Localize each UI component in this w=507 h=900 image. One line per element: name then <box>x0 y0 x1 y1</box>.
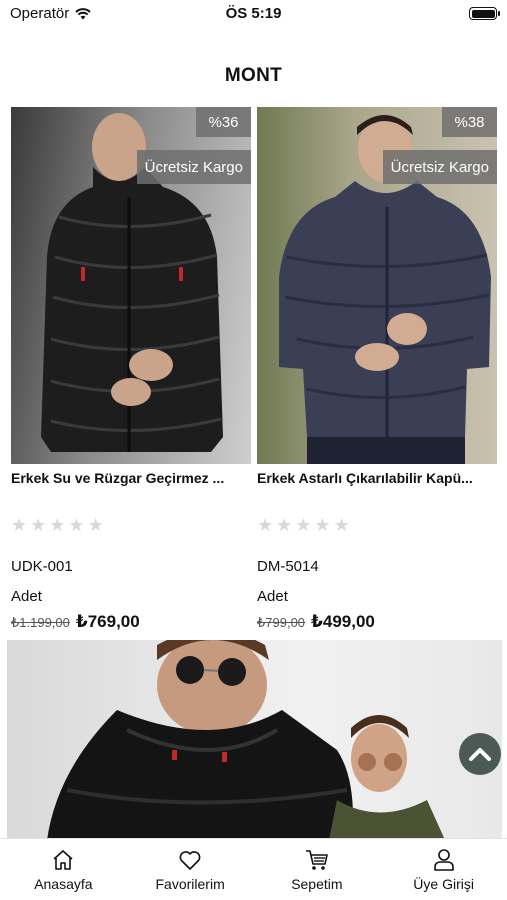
star-icon: ★ <box>333 515 350 535</box>
current-price: ₺769,00 <box>75 612 140 631</box>
product-image[interactable]: %38 Ücretsiz Kargo <box>257 107 497 464</box>
product-unit: Adet <box>11 588 42 605</box>
user-icon <box>433 849 454 871</box>
free-shipping-badge: Ücretsiz Kargo <box>382 150 497 184</box>
tab-label: Anasayfa <box>34 876 93 892</box>
bottom-tab-bar: Anasayfa Favorilerim Sepetim Üye Girişi <box>0 838 507 900</box>
chevron-up-icon <box>469 748 491 761</box>
scroll-to-top-button[interactable] <box>459 733 501 775</box>
star-icon: ★ <box>295 515 312 535</box>
tab-favorites[interactable]: Favorilerim <box>127 839 254 900</box>
tab-label: Favorilerim <box>155 876 225 892</box>
product-card[interactable]: %36 Ücretsiz Kargo Erkek Su ve Rüzgar Ge… <box>11 107 251 634</box>
heart-icon <box>179 851 201 870</box>
page-title: MONT <box>224 65 283 86</box>
rating-stars: ★ ★ ★ ★ ★ <box>257 515 497 535</box>
star-icon: ★ <box>30 515 47 535</box>
star-icon: ★ <box>87 515 104 535</box>
price-row: ₺1.199,00 ₺769,00 <box>11 612 251 634</box>
star-icon: ★ <box>257 515 274 535</box>
product-name[interactable]: Erkek Su ve Rüzgar Geçirmez ... <box>11 468 246 488</box>
tab-label: Üye Girişi <box>413 876 474 892</box>
clock: ÖS 5:19 <box>225 5 282 22</box>
status-bar: Operatör ÖS 5:19 <box>0 0 507 30</box>
tab-member-login[interactable]: Üye Girişi <box>380 839 507 900</box>
product-code: DM-5014 <box>257 558 319 575</box>
discount-badge: %38 <box>442 107 497 137</box>
tab-cart[interactable]: Sepetim <box>254 839 381 900</box>
discount-badge: %36 <box>196 107 251 137</box>
star-icon: ★ <box>49 515 66 535</box>
free-shipping-badge: Ücretsiz Kargo <box>136 150 251 184</box>
cart-icon <box>305 850 328 870</box>
price-row: ₺799,00 ₺499,00 <box>257 612 497 634</box>
star-icon: ★ <box>11 515 28 535</box>
battery-icon <box>469 7 500 20</box>
home-icon <box>53 850 73 870</box>
tab-label: Sepetim <box>291 876 343 892</box>
tab-home[interactable]: Anasayfa <box>0 839 127 900</box>
old-price: ₺799,00 <box>257 615 306 630</box>
product-unit: Adet <box>257 588 288 605</box>
rating-stars: ★ ★ ★ ★ ★ <box>11 515 251 535</box>
promo-banner[interactable] <box>7 640 502 840</box>
product-code: UDK-001 <box>11 558 73 575</box>
product-card[interactable]: %38 Ücretsiz Kargo Erkek Astarlı Çıkarıl… <box>257 107 497 634</box>
star-icon: ★ <box>68 515 85 535</box>
old-price: ₺1.199,00 <box>11 615 70 630</box>
current-price: ₺499,00 <box>311 612 375 631</box>
product-name[interactable]: Erkek Astarlı Çıkarılabilir Kapü... <box>257 468 492 488</box>
product-image[interactable]: %36 Ücretsiz Kargo <box>11 107 251 464</box>
star-icon: ★ <box>276 515 293 535</box>
star-icon: ★ <box>314 515 331 535</box>
